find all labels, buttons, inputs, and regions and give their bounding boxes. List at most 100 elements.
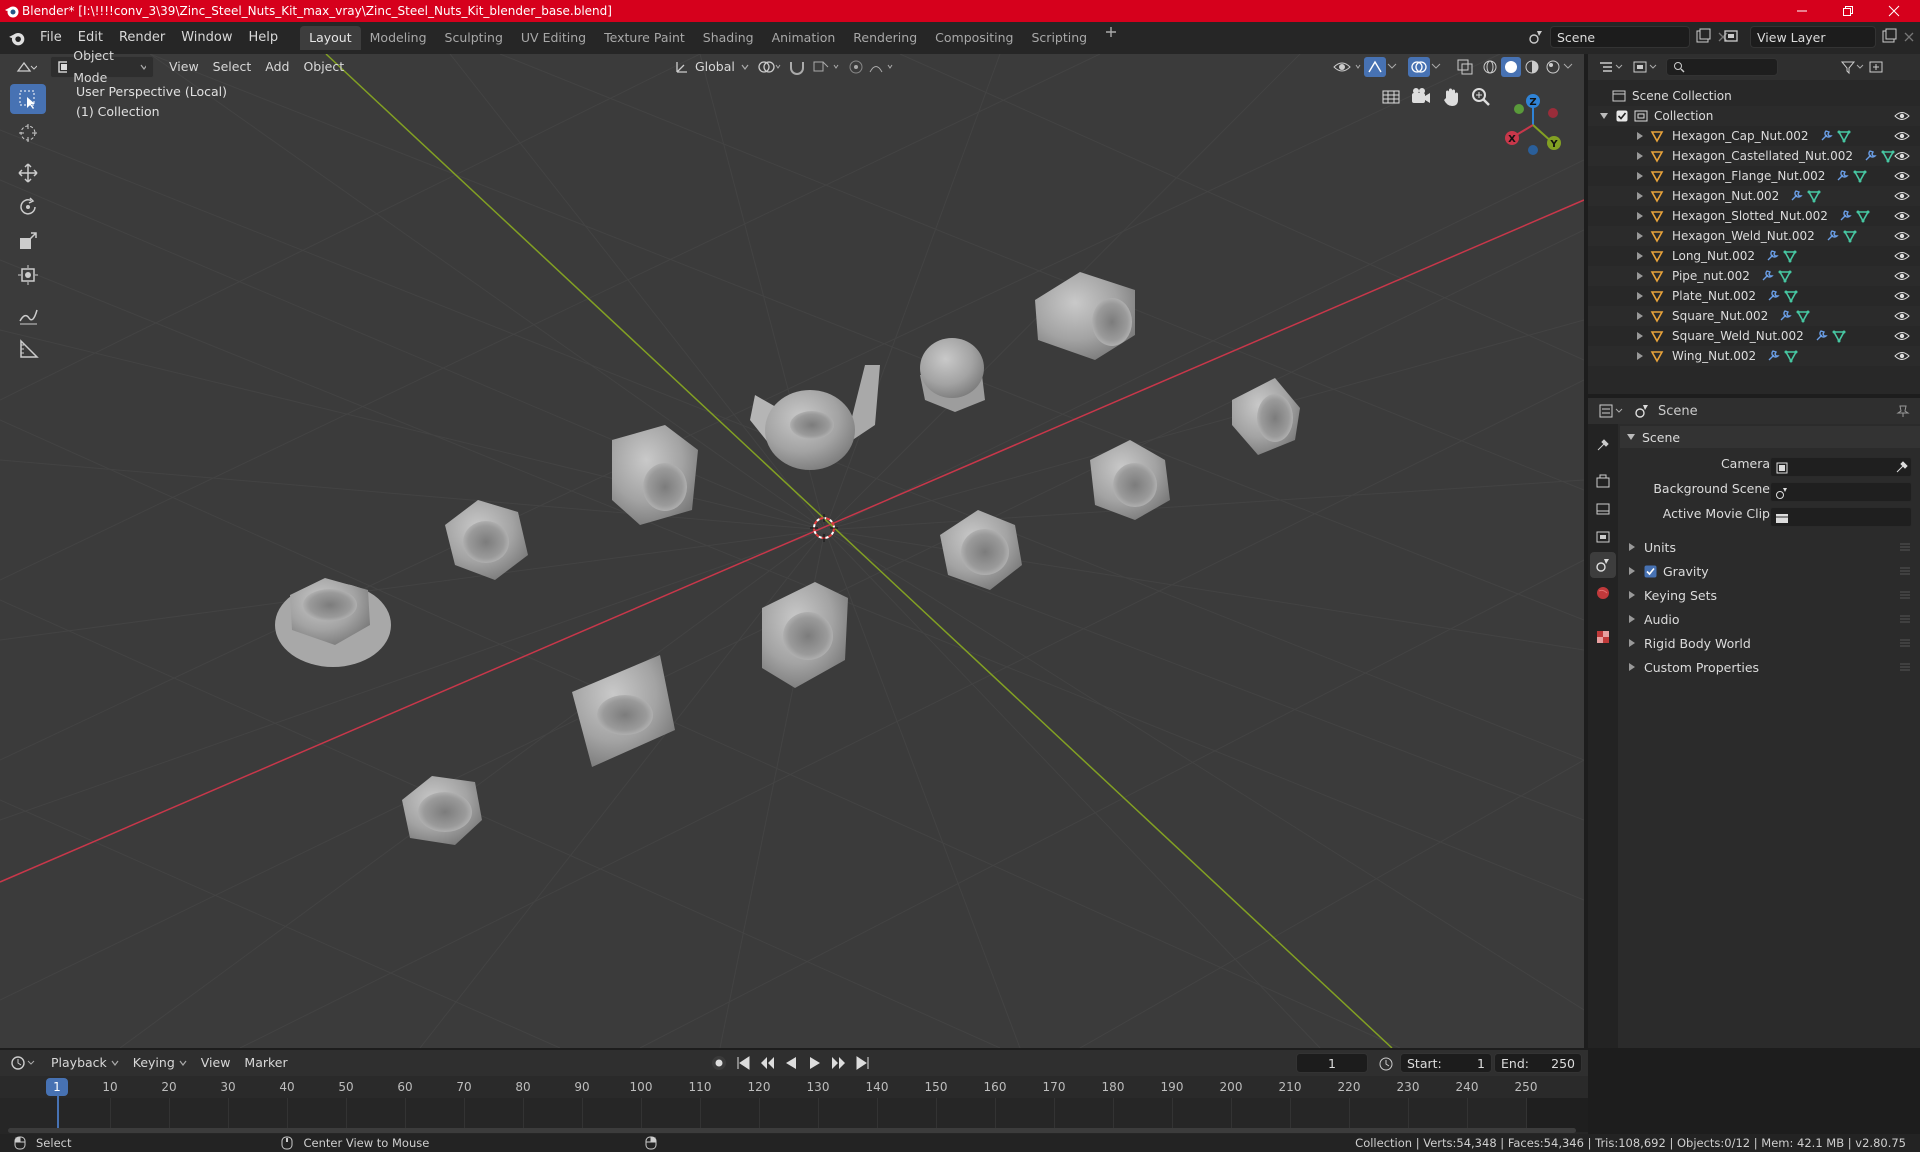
tab-texture-paint[interactable]: Texture Paint (595, 26, 694, 50)
disclosure-closed-icon[interactable] (1636, 291, 1644, 301)
remove-view-layer-icon[interactable] (1902, 30, 1916, 44)
3d-viewport[interactable] (0, 54, 1584, 1048)
new-scene-icon[interactable] (1694, 28, 1712, 46)
snap-icon[interactable] (788, 59, 806, 75)
tab-sculpting[interactable]: Sculpting (436, 26, 512, 50)
editor-type-button[interactable] (8, 56, 44, 78)
mesh-data-icon[interactable] (1796, 309, 1810, 323)
tool-cursor[interactable] (10, 118, 46, 148)
tab-scripting[interactable]: Scripting (1023, 26, 1097, 50)
nut-square-weld[interactable] (612, 425, 698, 525)
disclosure-closed-icon[interactable] (1636, 231, 1644, 241)
disclosure-closed-icon[interactable] (1636, 351, 1644, 361)
view-layer-field[interactable]: View Layer (1750, 26, 1876, 48)
modifier-wrench-icon[interactable] (1825, 229, 1839, 243)
eye-icon[interactable] (1894, 290, 1910, 302)
disclosure-closed-icon[interactable] (1636, 211, 1644, 221)
mesh-data-icon[interactable] (1778, 269, 1792, 283)
eye-icon[interactable] (1894, 190, 1910, 202)
mode-dropdown[interactable]: Object Mode (50, 48, 154, 85)
eye-icon[interactable] (1894, 250, 1910, 262)
orientation-gizmo[interactable]: Z X Y (1498, 90, 1568, 160)
tool-select-box[interactable] (10, 84, 46, 114)
zoom-view-icon[interactable] (1470, 86, 1492, 108)
snap-target-icon[interactable] (812, 59, 842, 75)
add-workspace-button[interactable] (1096, 26, 1126, 50)
next-keyframe-icon[interactable] (830, 1054, 848, 1072)
outliner-item[interactable]: Hexagon_Cap_Nut.002 (1588, 126, 1920, 146)
disclosure-closed-icon[interactable] (1636, 331, 1644, 341)
pan-view-icon[interactable] (1440, 86, 1462, 108)
start-frame-field[interactable]: Start: 1 (1400, 1053, 1492, 1073)
rendered-shading-icon[interactable] (1543, 57, 1563, 77)
visibility-selectability-icon[interactable] (1332, 58, 1364, 76)
outliner-item[interactable]: Hexagon_Weld_Nut.002 (1588, 226, 1920, 246)
tab-animation[interactable]: Animation (763, 26, 845, 50)
timeline-menu-playback[interactable]: Playback (44, 1052, 126, 1074)
outliner-item[interactable]: Hexagon_Castellated_Nut.002 (1588, 146, 1920, 166)
nut-wing[interactable] (750, 365, 880, 470)
pin-icon[interactable] (1896, 404, 1910, 418)
drag-handle-icon[interactable] (1900, 663, 1910, 671)
modifier-wrench-icon[interactable] (1814, 329, 1828, 343)
wireframe-shading-icon[interactable] (1480, 57, 1500, 77)
use-preview-range-icon[interactable] (1378, 1056, 1394, 1072)
mesh-data-icon[interactable] (1837, 129, 1851, 143)
nut-square[interactable] (762, 582, 848, 688)
modifier-wrench-icon[interactable] (1819, 129, 1833, 143)
mesh-data-icon[interactable] (1856, 209, 1870, 223)
gizmo-toggle-button[interactable] (1364, 57, 1386, 77)
eye-icon[interactable] (1894, 310, 1910, 322)
panel-section[interactable]: Gravity (1620, 560, 1920, 582)
tool-transform[interactable] (10, 260, 46, 290)
mesh-data-icon[interactable] (1843, 229, 1857, 243)
tool-measure[interactable] (10, 334, 46, 364)
modifier-wrench-icon[interactable] (1765, 249, 1779, 263)
gravity-checkbox[interactable] (1644, 565, 1657, 578)
outliner-editor-icon[interactable] (1598, 59, 1624, 75)
panel-section[interactable]: Units (1620, 536, 1920, 558)
outliner-item[interactable]: Plate_Nut.002 (1588, 286, 1920, 306)
outliner-item[interactable]: Wing_Nut.002 (1588, 346, 1920, 366)
menu-window[interactable]: Window (173, 26, 240, 50)
end-frame-field[interactable]: End: 250 (1494, 1053, 1582, 1073)
tab-render[interactable] (1590, 468, 1616, 494)
mesh-data-icon[interactable] (1783, 249, 1797, 263)
toggle-camera-perspective-icon[interactable] (1380, 86, 1402, 108)
playhead-line[interactable] (57, 1096, 59, 1128)
eye-icon[interactable] (1894, 110, 1910, 122)
mesh-data-icon[interactable] (1832, 329, 1846, 343)
disclosure-closed-icon[interactable] (1636, 191, 1644, 201)
scene-field[interactable]: Scene (1550, 26, 1690, 48)
view-layer-browse-icon[interactable] (1722, 27, 1746, 47)
xray-icon[interactable] (1456, 58, 1474, 76)
modifier-wrench-icon[interactable] (1863, 149, 1877, 163)
timeline-ruler[interactable]: 1 10 20 30 40 50 60 70 80 90 100 110 120 130 140 150 160… (0, 1076, 1588, 1134)
disclosure-closed-icon[interactable] (1636, 171, 1644, 181)
checkbox-checked-icon[interactable] (1616, 110, 1628, 122)
outliner-item[interactable]: Hexagon_Nut.002 (1588, 186, 1920, 206)
drag-handle-icon[interactable] (1900, 615, 1910, 623)
scene-browse-icon[interactable] (1526, 27, 1546, 47)
outliner-item[interactable]: Hexagon_Slotted_Nut.002 (1588, 206, 1920, 226)
viewport-menu-select[interactable]: Select (206, 56, 259, 78)
proportional-editing-icon[interactable] (848, 59, 898, 75)
panel-section[interactable]: Audio (1620, 608, 1920, 630)
nut-pipe[interactable] (1232, 378, 1300, 455)
eye-icon[interactable] (1894, 270, 1910, 282)
transform-orientation-dropdown[interactable]: Global (668, 56, 756, 78)
eye-icon[interactable] (1894, 230, 1910, 242)
tab-rendering[interactable]: Rendering (844, 26, 926, 50)
drag-handle-icon[interactable] (1900, 591, 1910, 599)
nut-long[interactable] (1035, 272, 1135, 360)
timeline-editor-icon[interactable] (10, 1055, 36, 1071)
new-view-layer-icon[interactable] (1880, 28, 1898, 46)
outliner-search-input[interactable] (1666, 58, 1778, 76)
tool-move[interactable] (10, 158, 46, 188)
viewport-menu-add[interactable]: Add (258, 56, 296, 78)
eye-icon[interactable] (1894, 210, 1910, 222)
outliner-collection[interactable]: Collection (1588, 106, 1920, 126)
minimize-button[interactable] (1780, 0, 1824, 22)
panel-section[interactable]: Rigid Body World (1620, 632, 1920, 654)
outliner-item[interactable]: Long_Nut.002 (1588, 246, 1920, 266)
